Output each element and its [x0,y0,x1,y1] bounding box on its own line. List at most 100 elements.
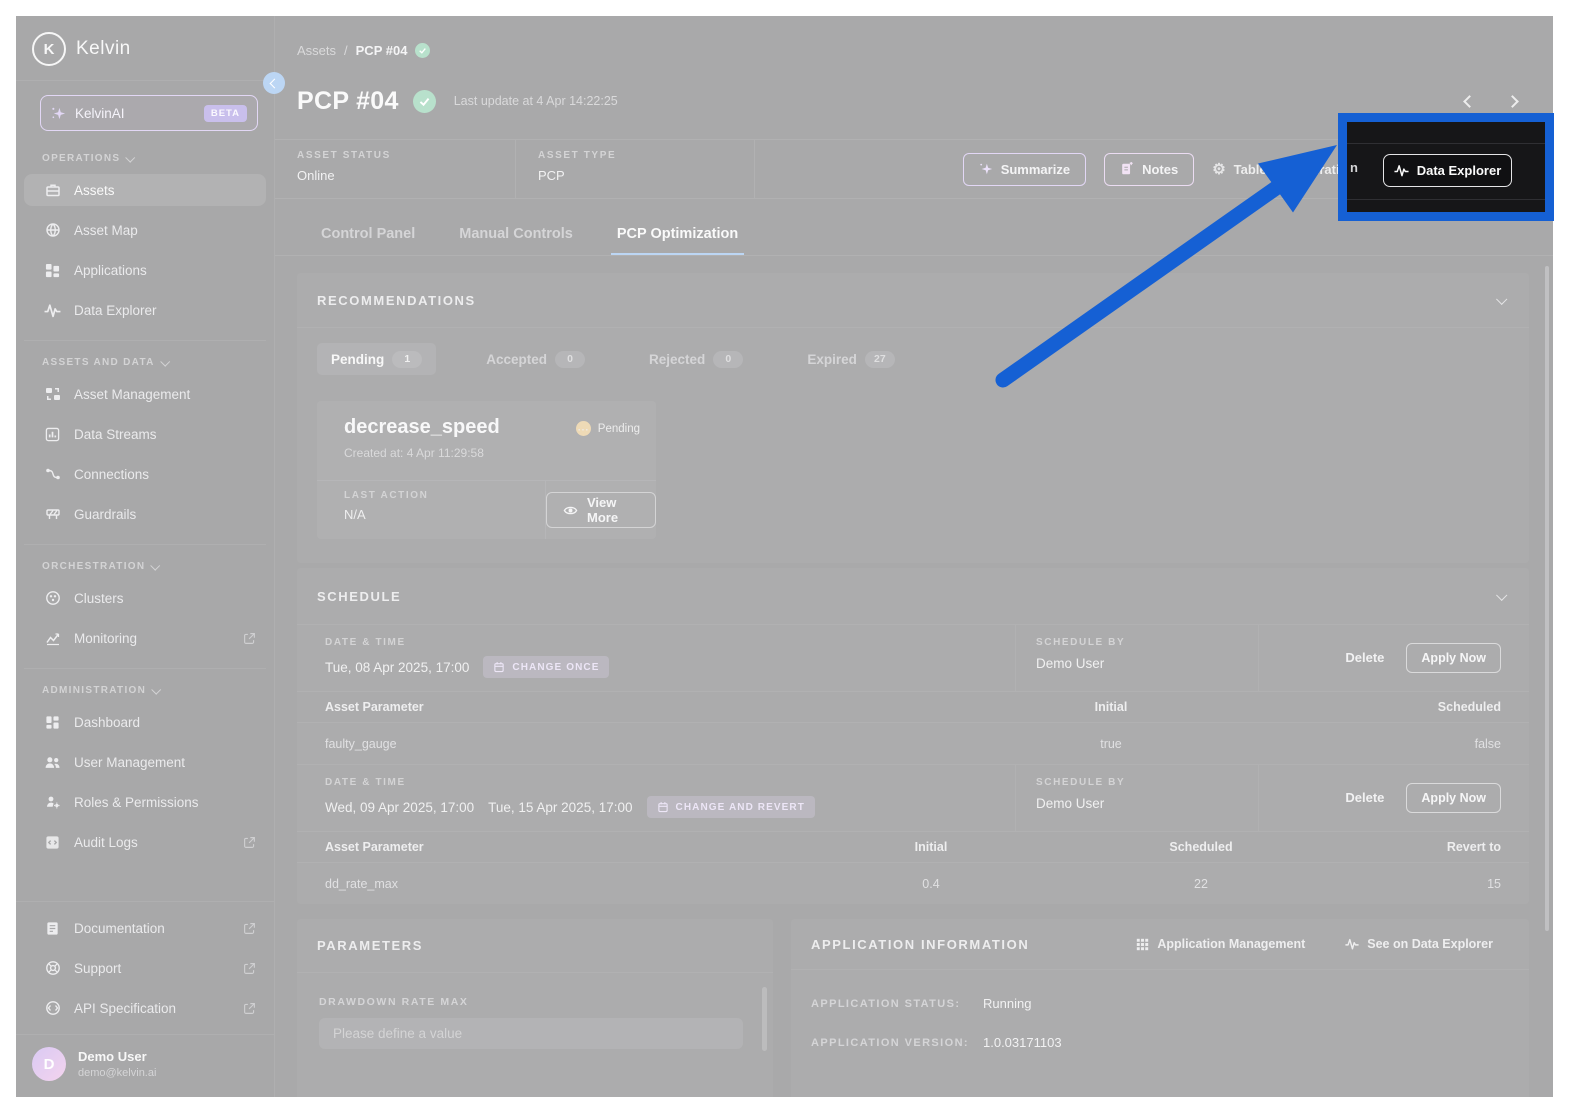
chevron-down-icon [150,560,161,571]
sidebar-item-asset-map[interactable]: Asset Map [24,214,266,246]
filter-label: Expired [807,351,857,367]
sidebar-item-roles-permissions[interactable]: Roles & Permissions [24,786,266,818]
sidebar-item-dashboard[interactable]: Dashboard [24,706,266,738]
user-profile[interactable]: D Demo User demo@kelvin.ai [16,1034,274,1097]
apply-now-button[interactable]: Apply Now [1406,782,1501,813]
prev-asset-button[interactable] [1463,94,1476,108]
notes-label: Notes [1142,161,1179,177]
sidebar-item-asset-management[interactable]: Asset Management [24,378,266,410]
schedule-table-row[interactable]: dd_rate_max 0.4 22 15 [297,863,1529,904]
waveform-icon [44,302,61,319]
schedule-datetime-cell: DATE & TIME Wed, 09 Apr 2025, 17:00 Tue,… [297,765,1016,831]
divider [16,901,274,902]
sidebar-item-label: Roles & Permissions [74,794,199,810]
calendar-icon [493,661,505,673]
monitoring-chart-icon [44,630,61,647]
sidebar-item-monitoring[interactable]: Monitoring [24,622,266,654]
filter-label: Accepted [486,351,548,367]
apply-now-button[interactable]: Apply Now [1406,642,1501,673]
nav-section-operations[interactable]: OPERATIONS [42,152,266,164]
sidebar-item-label: Support [74,960,122,976]
sidebar-item-applications[interactable]: Applications [24,254,266,286]
sidebar-item-clusters[interactable]: Clusters [24,582,266,614]
recommendation-card-top: decrease_speed ⋯ Pending [317,401,656,439]
chevron-down-icon[interactable] [1496,293,1508,305]
document-icon [44,920,61,937]
sidebar-collapse-button[interactable] [263,72,285,94]
filter-rejected[interactable]: Rejected 0 [635,343,757,375]
table-configuration-button[interactable]: ⚙ Table Configuration [1212,162,1355,177]
delete-button[interactable]: Delete [1345,650,1384,665]
sidebar-item-guardrails[interactable]: Guardrails [24,498,266,530]
nav-section-orchestration[interactable]: ORCHESTRATION [42,560,266,572]
next-asset-button[interactable] [1506,94,1519,108]
beta-badge: BETA [203,104,247,122]
schedule-datetime: Wed, 09 Apr 2025, 17:00 [325,799,475,815]
summarize-button[interactable]: Summarize [962,152,1087,186]
schedule-revert-datetime: Tue, 15 Apr 2025, 17:00 [488,799,633,815]
sidebar-item-connections[interactable]: Connections [24,458,266,490]
kelvinai-button[interactable]: KelvinAI BETA [40,95,258,131]
col-revert-to: Revert to [1446,840,1501,854]
filter-pending[interactable]: Pending 1 [317,343,437,375]
recommendation-card[interactable]: decrease_speed ⋯ Pending Created at: 4 A… [317,401,656,539]
main-scrollbar[interactable] [1545,266,1549,931]
sidebar-item-assets[interactable]: Assets [24,174,266,206]
sidebar-item-audit-logs[interactable]: Audit Logs [24,826,266,858]
brand-logo[interactable]: K Kelvin [16,16,274,78]
asset-type-label: ASSET TYPE [538,150,617,161]
divider [24,668,266,669]
sidebar-item-support[interactable]: Support [24,952,266,984]
see-on-data-explorer-link[interactable]: See on Data Explorer [1345,937,1493,951]
cell-initial: 0.4 [922,876,940,891]
api-globe-icon [44,1000,61,1017]
breadcrumb: Assets / PCP #04 [275,16,1553,58]
schedule-table-header: Asset Parameter Initial Scheduled Revert… [297,832,1529,863]
bottom-panels: PARAMETERS DRAWDOWN RATE MAX APPLICATION… [297,919,1529,1097]
schedule-actions-cell: Delete Apply Now [1259,765,1529,831]
application-management-link[interactable]: Application Management [1136,937,1305,951]
chevron-down-icon[interactable] [1496,589,1508,601]
divider [24,544,266,545]
nav-section-administration[interactable]: ADMINISTRATION [42,684,266,696]
filter-expired[interactable]: Expired 27 [793,343,909,375]
divider [24,340,266,341]
filter-count-badge: 27 [864,350,895,368]
application-management-label: Application Management [1157,937,1306,951]
sidebar-item-documentation[interactable]: Documentation [24,912,266,944]
application-version-row: APPLICATION VERSION: 1.0.03171103 [811,1035,1529,1050]
breadcrumb-root[interactable]: Assets [297,43,336,58]
nav-section-assets-and-data[interactable]: ASSETS AND DATA [42,356,266,368]
delete-button[interactable]: Delete [1345,790,1384,805]
last-action-cell: LAST ACTION N/A [317,481,546,539]
notes-button[interactable]: Notes [1104,152,1195,186]
asset-status-label: ASSET STATUS [297,150,391,161]
drawdown-rate-max-input[interactable] [319,1018,743,1049]
last-action-value: N/A [344,507,366,522]
sidebar-nav: OPERATIONS Assets Asset Map Applications… [16,135,274,862]
recommendations-header[interactable]: RECOMMENDATIONS [297,273,1529,328]
application-version-label: APPLICATION VERSION: [811,1036,969,1049]
application-information-title: APPLICATION INFORMATION [811,936,1030,952]
globe-icon [44,222,61,239]
sidebar-item-data-streams[interactable]: Data Streams [24,418,266,450]
application-status-label: APPLICATION STATUS: [811,997,961,1010]
sidebar-item-api-specification[interactable]: API Specification [24,992,266,1024]
status-check-icon [415,43,431,58]
asset-status-value: Online [297,168,335,183]
filter-accepted[interactable]: Accepted 0 [472,343,599,375]
cell-initial: true [1100,736,1122,751]
schedule-table-row[interactable]: faulty_gauge true false [297,723,1529,765]
sidebar-item-user-management[interactable]: User Management [24,746,266,778]
view-more-button[interactable]: View More [546,492,656,528]
parameters-scrollbar[interactable] [762,987,767,1051]
tab-pcp-optimization[interactable]: PCP Optimization [610,226,745,255]
col-initial: Initial [1094,700,1128,714]
chevron-down-icon [125,152,136,163]
sidebar-item-data-explorer[interactable]: Data Explorer [24,294,266,326]
sidebar-item-label: Asset Management [74,386,191,402]
tab-manual-controls[interactable]: Manual Controls [459,226,573,255]
schedule-datetime: Tue, 08 Apr 2025, 17:00 [325,659,470,675]
schedule-header[interactable]: SCHEDULE [297,568,1529,625]
tab-control-panel[interactable]: Control Panel [321,226,415,255]
